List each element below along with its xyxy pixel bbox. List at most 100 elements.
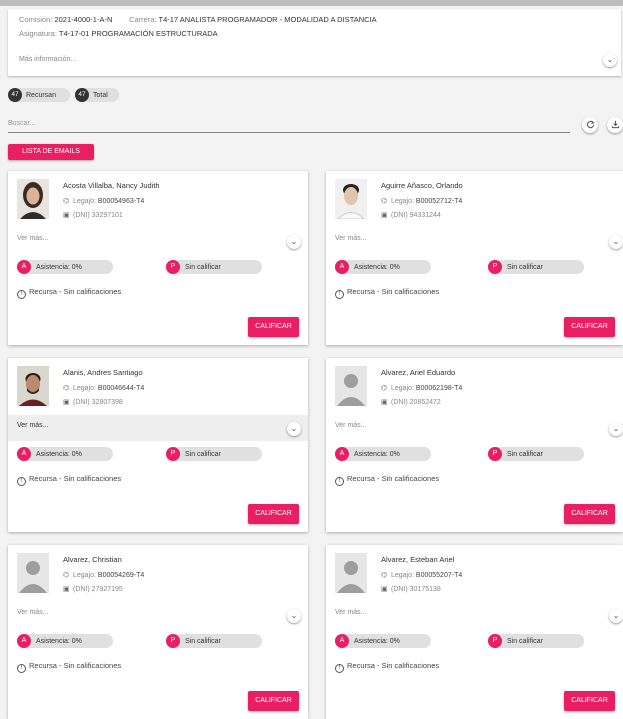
calificacion-badge: P xyxy=(488,634,502,648)
top-bar xyxy=(0,0,623,6)
id-card-icon: ▣ xyxy=(381,399,388,406)
asistencia-chip: A Asistencia: 0% xyxy=(335,447,431,461)
alert-icon: ! xyxy=(335,477,344,486)
chevron-down-icon[interactable]: ⌄ xyxy=(609,609,623,623)
student-card: Alvarez, Ariel Eduardo ⌬ Legajo: B0006219… xyxy=(326,358,623,532)
id-card-icon: ▣ xyxy=(63,399,70,406)
calificacion-badge: P xyxy=(488,447,502,461)
student-name: Alanis, Andres Santiago xyxy=(63,368,143,377)
download-icon[interactable] xyxy=(607,117,623,133)
search-input[interactable]: Buscar... xyxy=(8,117,570,133)
course-header-card: Comisión: 2021-4000-1-A-N Carrera: T4-17… xyxy=(8,9,621,76)
carrera-label: Carrera: xyxy=(129,15,157,24)
ver-mas-link[interactable]: Ver más... xyxy=(326,228,623,254)
ver-mas-link[interactable]: Ver más... xyxy=(8,228,308,254)
chevron-down-icon[interactable]: ⌄ xyxy=(287,609,301,623)
student-legajo: ⌬ Legajo: B00055207-T4 xyxy=(381,572,463,579)
calificar-button[interactable]: CALIFICAR xyxy=(248,504,299,524)
student-dni: ▣ (DNI) 20852472 xyxy=(381,399,441,406)
chevron-down-icon[interactable]: ⌄ xyxy=(603,53,617,67)
carrera-value: T4-17 ANALISTA PROGRAMADOR - MODALIDAD A… xyxy=(158,15,377,24)
asignatura-label: Asignatura: xyxy=(19,29,57,38)
ver-mas-link[interactable]: Ver más... xyxy=(8,602,308,628)
alert-icon: ! xyxy=(17,477,26,486)
asistencia-badge: A xyxy=(17,447,31,461)
chevron-down-icon[interactable]: ⌄ xyxy=(287,235,301,249)
calificacion-chip: P Sin calificar xyxy=(166,447,262,461)
calificacion-chip: P Sin calificar xyxy=(488,260,584,274)
student-name: Alvarez, Esteban Ariel xyxy=(381,555,455,564)
id-badge-icon: ⌬ xyxy=(381,198,388,205)
calificar-button[interactable]: CALIFICAR xyxy=(248,317,299,337)
student-legajo: ⌬ Legajo: B00054963-T4 xyxy=(63,198,145,205)
asignatura-value: T4-17-01 PROGRAMACIÓN ESTRUCTURADA xyxy=(58,29,218,38)
student-name: Alvarez, Christian xyxy=(63,555,122,564)
asistencia-chip: A Asistencia: 0% xyxy=(335,634,431,648)
student-photo xyxy=(17,366,49,406)
calificacion-badge: P xyxy=(488,260,502,274)
student-photo xyxy=(17,553,49,593)
ver-mas-link[interactable]: Ver más... xyxy=(8,415,308,441)
student-legajo: ⌬ Legajo: B00054269-T4 xyxy=(63,572,145,579)
student-dni: ▣ (DNI) 32807398 xyxy=(63,399,123,406)
asignatura-line: Asignatura: T4-17-01 PROGRAMACIÓN ESTRUC… xyxy=(19,29,218,38)
ver-mas-link[interactable]: Ver más... xyxy=(326,415,623,441)
id-card-icon: ▣ xyxy=(381,586,388,593)
id-badge-icon: ⌬ xyxy=(381,385,388,392)
id-badge-icon: ⌬ xyxy=(63,198,70,205)
student-card: Alvarez, Christian ⌬ Legajo: B00054269-T4… xyxy=(8,545,308,719)
asistencia-chip: A Asistencia: 0% xyxy=(17,260,113,274)
calificar-button[interactable]: CALIFICAR xyxy=(564,504,615,524)
total-label: Total xyxy=(93,91,108,99)
alert-icon: ! xyxy=(335,664,344,673)
calificacion-badge: P xyxy=(166,634,180,648)
student-card: Alanis, Andres Santiago ⌬ Legajo: B000466… xyxy=(8,358,308,532)
total-count: 47 xyxy=(75,88,89,102)
total-chip[interactable]: 47 Total xyxy=(75,88,119,102)
alert-icon: ! xyxy=(17,664,26,673)
refresh-icon[interactable] xyxy=(582,117,598,133)
status-text: ! Recursa - Sin calificaciones xyxy=(17,661,121,673)
asistencia-badge: A xyxy=(335,260,349,274)
calificar-button[interactable]: CALIFICAR xyxy=(248,691,299,711)
id-card-icon: ▣ xyxy=(63,586,70,593)
student-dni: ▣ (DNI) 94331244 xyxy=(381,212,441,219)
id-badge-icon: ⌬ xyxy=(381,572,388,579)
asistencia-badge: A xyxy=(335,447,349,461)
calificar-button[interactable]: CALIFICAR xyxy=(564,691,615,711)
chevron-down-icon[interactable]: ⌄ xyxy=(609,422,623,436)
student-card: Acosta Villalba, Nancy Judith ⌬ Legajo: B… xyxy=(8,171,308,345)
calificacion-chip: P Sin calificar xyxy=(488,447,584,461)
calificar-button[interactable]: CALIFICAR xyxy=(564,317,615,337)
status-text: ! Recursa - Sin calificaciones xyxy=(17,474,121,486)
status-text: ! Recursa - Sin calificaciones xyxy=(335,287,439,299)
recursan-count: 47 xyxy=(8,88,22,102)
more-info-link[interactable]: Más información... xyxy=(19,56,76,63)
student-dni: ▣ (DNI) 27927195 xyxy=(63,586,123,593)
comision-value: 2021-4000-1-A-N xyxy=(54,15,113,24)
student-dni: ▣ (DNI) 33297101 xyxy=(63,212,123,219)
email-list-button[interactable]: LISTA DE EMAILS xyxy=(8,144,94,160)
asistencia-chip: A Asistencia: 0% xyxy=(335,260,431,274)
id-badge-icon: ⌬ xyxy=(63,385,70,392)
student-legajo: ⌬ Legajo: B00062198-T4 xyxy=(381,385,463,392)
asistencia-chip: A Asistencia: 0% xyxy=(17,447,113,461)
asistencia-chip: A Asistencia: 0% xyxy=(17,634,113,648)
chevron-down-icon[interactable]: ⌄ xyxy=(287,422,301,436)
status-text: ! Recursa - Sin calificaciones xyxy=(17,287,121,299)
student-dni: ▣ (DNI) 30175138 xyxy=(381,586,441,593)
asistencia-badge: A xyxy=(17,634,31,648)
ver-mas-link[interactable]: Ver más... xyxy=(326,602,623,628)
id-badge-icon: ⌬ xyxy=(63,572,70,579)
chevron-down-icon[interactable]: ⌄ xyxy=(609,235,623,249)
student-legajo: ⌬ Legajo: B00052712-T4 xyxy=(381,198,463,205)
student-name: Acosta Villalba, Nancy Judith xyxy=(63,181,160,190)
recursan-chip[interactable]: 47 Recursan xyxy=(8,88,70,102)
calificacion-badge: P xyxy=(166,447,180,461)
id-card-icon: ▣ xyxy=(381,212,388,219)
alert-icon: ! xyxy=(17,290,26,299)
student-legajo: ⌬ Legajo: B00046644-T4 xyxy=(63,385,145,392)
recursan-label: Recursan xyxy=(26,91,56,99)
calificacion-chip: P Sin calificar xyxy=(166,634,262,648)
student-photo xyxy=(335,179,367,219)
